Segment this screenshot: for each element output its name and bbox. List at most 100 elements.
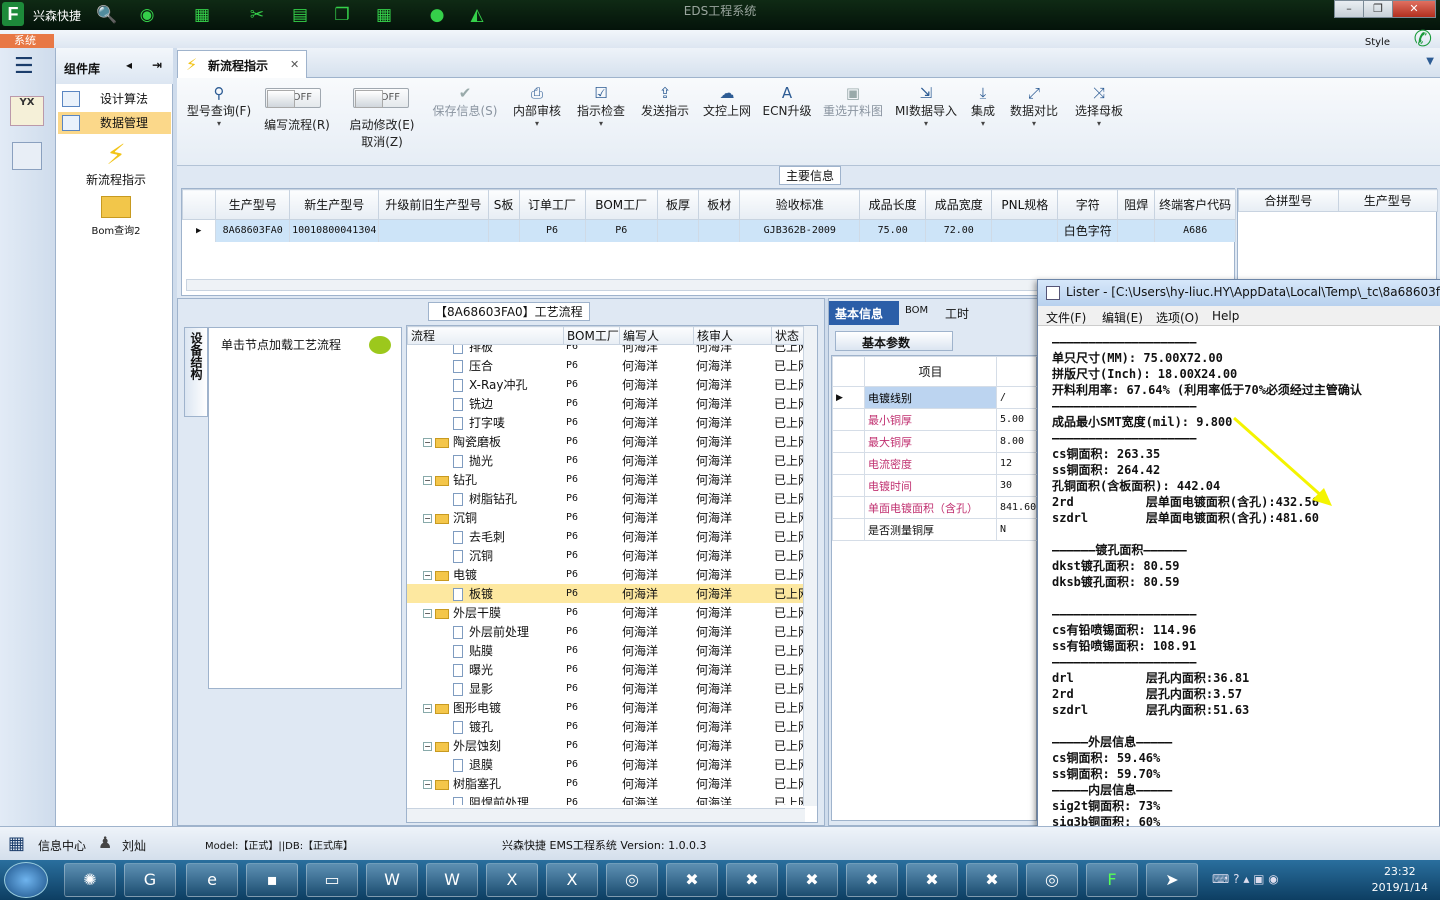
cell[interactable]: 何海洋	[693, 356, 771, 375]
cell[interactable]: 何海洋	[619, 489, 693, 508]
windows-grid-icon[interactable]: ▦	[8, 833, 25, 854]
cell[interactable]: 何海洋	[619, 603, 693, 622]
menu-edit[interactable]: 编辑(E)	[1102, 309, 1143, 326]
cell[interactable]: 已上网	[771, 413, 803, 432]
cell[interactable]: 何海洋	[619, 679, 693, 698]
cell[interactable]: 已上网	[771, 622, 803, 641]
cell[interactable]: 已上网	[771, 584, 803, 603]
param-value[interactable]: /	[996, 386, 1039, 409]
lib-item-data-management[interactable]: 数据管理	[58, 112, 171, 134]
shell-icon[interactable]: ✺	[64, 863, 116, 897]
cell[interactable]: P6	[563, 660, 619, 679]
tree-row[interactable]: 铣边P6何海洋何海洋已上网	[407, 394, 803, 413]
close-button[interactable]: ✕	[1392, 0, 1436, 18]
param-value[interactable]: 841.60	[996, 496, 1039, 519]
cell[interactable]: 何海洋	[693, 470, 771, 489]
cell[interactable]: 已上网	[771, 356, 803, 375]
toggle-switch[interactable]: OFF	[353, 88, 409, 108]
col-header[interactable]: 新生产型号	[289, 189, 380, 220]
cell[interactable]: 何海洋	[619, 546, 693, 565]
cell[interactable]: 何海洋	[693, 413, 771, 432]
cell[interactable]: 已上网	[771, 470, 803, 489]
cell[interactable]: 已上网	[771, 508, 803, 527]
cell[interactable]: P6	[563, 470, 619, 489]
tree-node[interactable]: − 外层干膜	[407, 603, 563, 622]
tree-node[interactable]: 压合	[407, 356, 563, 375]
save-info-button[interactable]: ✔ 保存信息(S)	[429, 84, 501, 119]
col-header[interactable]: 订单工厂	[518, 189, 586, 220]
cell[interactable]: P6	[563, 489, 619, 508]
cell[interactable]: P6	[563, 679, 619, 698]
cell[interactable]: 已上网	[771, 774, 803, 793]
cell[interactable]: P6	[563, 622, 619, 641]
ie-icon[interactable]: e	[186, 863, 238, 897]
cell[interactable]: 何海洋	[619, 641, 693, 660]
vertical-scrollbar[interactable]	[803, 326, 817, 806]
cell[interactable]: 已上网	[771, 527, 803, 546]
col-header[interactable]: 合拼型号	[1238, 189, 1339, 212]
cell[interactable]: P6	[563, 717, 619, 736]
param-value[interactable]: 5.00	[996, 408, 1039, 431]
cell[interactable]: 已上网	[771, 755, 803, 774]
internal-review-button[interactable]: ⎙ 内部审核 ▾	[509, 84, 565, 128]
tree-row[interactable]: −树脂塞孔P6何海洋何海洋已上网	[407, 774, 803, 793]
param-row[interactable]: 最小铜厚 5.00	[832, 408, 1039, 431]
tree-node[interactable]: − 图形电镀	[407, 698, 563, 717]
cell[interactable]: P6	[563, 755, 619, 774]
cell[interactable]: 何海洋	[619, 356, 693, 375]
toggle-switch[interactable]: OFF	[265, 88, 321, 108]
tree-row[interactable]: −图形电镀P6何海洋何海洋已上网	[407, 698, 803, 717]
tree-row[interactable]: 排板P6何海洋何海洋已上网	[407, 345, 803, 356]
word-icon[interactable]: W	[426, 863, 478, 897]
tree-row[interactable]: −钻孔P6何海洋何海洋已上网	[407, 470, 803, 489]
tree-node[interactable]: − 陶瓷磨板	[407, 432, 563, 451]
cell[interactable]: 已上网	[771, 394, 803, 413]
param-name[interactable]: 最小铜厚	[864, 408, 997, 431]
cell[interactable]: 白色字符	[1057, 219, 1119, 242]
cell[interactable]: 已上网	[771, 603, 803, 622]
cell[interactable]: 何海洋	[619, 345, 693, 356]
tree-node[interactable]: 退膜	[407, 755, 563, 774]
cell[interactable]: 已上网	[771, 717, 803, 736]
launcher-bom-query[interactable]: Bom查询2	[66, 196, 166, 237]
cell[interactable]: 何海洋	[619, 470, 693, 489]
cell[interactable]: 何海洋	[693, 565, 771, 584]
cell[interactable]: 何海洋	[619, 432, 693, 451]
tree-node[interactable]: − 钻孔	[407, 470, 563, 489]
cell[interactable]: P6	[563, 451, 619, 470]
tree-row[interactable]: 抛光P6何海洋何海洋已上网	[407, 451, 803, 470]
cell[interactable]: 何海洋	[693, 774, 771, 793]
clock[interactable]: 23:32 2019/1/14	[1372, 864, 1428, 896]
cell[interactable]: 已上网	[771, 660, 803, 679]
cell[interactable]: 何海洋	[693, 375, 771, 394]
cell[interactable]: 已上网	[771, 489, 803, 508]
param-name[interactable]: 电镀线别	[864, 386, 997, 409]
cell[interactable]: 何海洋	[693, 345, 771, 356]
send-instruction-button[interactable]: ⇪ 发送指示	[637, 84, 693, 119]
cell[interactable]: 何海洋	[619, 755, 693, 774]
tree-node[interactable]: − 电镀	[407, 565, 563, 584]
cell[interactable]: 已上网	[771, 546, 803, 565]
param-row[interactable]: ▶ 电镀线别 /	[832, 386, 1039, 409]
cell[interactable]: 何海洋	[619, 660, 693, 679]
cell[interactable]: 何海洋	[693, 584, 771, 603]
tree-node[interactable]: 铣边	[407, 394, 563, 413]
cell[interactable]: 已上网	[771, 679, 803, 698]
cell[interactable]: 何海洋	[693, 622, 771, 641]
ecn-upgrade-button[interactable]: A ECN升级	[761, 84, 813, 119]
excel-icon[interactable]: X	[486, 863, 538, 897]
cell[interactable]	[698, 219, 741, 242]
cell[interactable]: 已上网	[771, 641, 803, 660]
cell[interactable]: 何海洋	[693, 679, 771, 698]
param-name[interactable]: 电镀时间	[864, 474, 997, 497]
param-value[interactable]: 8.00	[996, 430, 1039, 453]
col-header[interactable]: 板材	[698, 189, 741, 220]
cell[interactable]: 已上网	[771, 345, 803, 356]
cell[interactable]: P6	[563, 793, 619, 805]
cell[interactable]: 何海洋	[693, 736, 771, 755]
lister-title-bar[interactable]: Lister - [C:\Users\hy-liuc.HY\AppData\Lo…	[1038, 280, 1440, 306]
cell[interactable]: 何海洋	[619, 698, 693, 717]
cell[interactable]: 何海洋	[693, 508, 771, 527]
lib-item-design-algorithm[interactable]: 设计算法	[58, 88, 171, 110]
yx-module-icon[interactable]: YX	[10, 96, 44, 126]
